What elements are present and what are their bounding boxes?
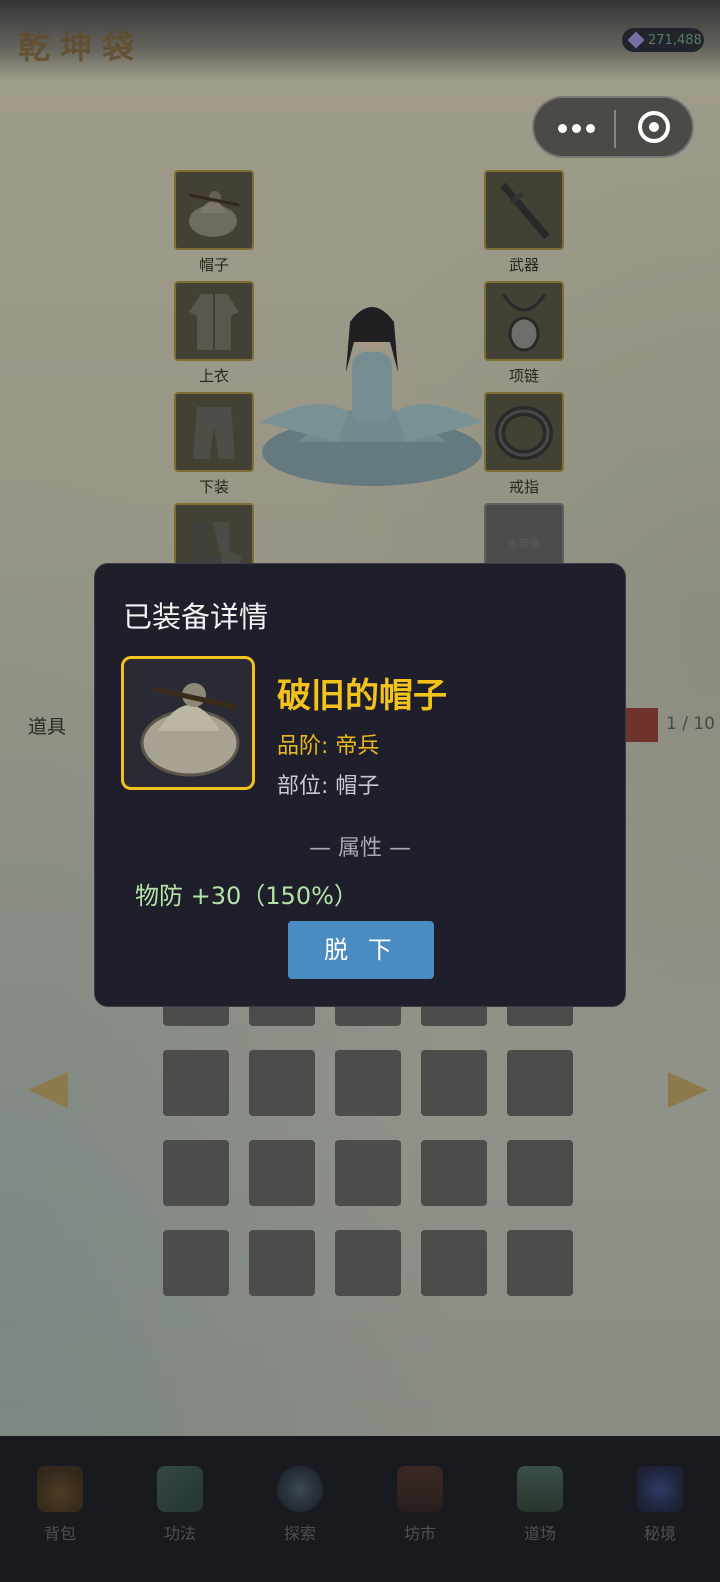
attribute-line: 物防 +30（150%）: [135, 882, 358, 910]
close-target-icon[interactable]: [638, 111, 670, 143]
item-name: 破旧的帽子: [277, 676, 447, 716]
equipped-detail-modal: 已装备详情 破旧的帽子 品阶: 帝兵 部位: 帽子 — 属性 — 物防 +30（…: [94, 563, 626, 1007]
more-dots-icon[interactable]: [558, 116, 598, 140]
capsule-divider: [614, 110, 616, 148]
modal-title: 已装备详情: [123, 600, 269, 634]
attributes-header: — 属性 —: [309, 836, 411, 861]
hat-bag-icon: [140, 683, 240, 777]
item-image-frame: [121, 656, 255, 790]
miniprogram-capsule: [532, 96, 694, 158]
item-grade: 品阶: 帝兵: [277, 734, 380, 759]
unequip-button[interactable]: 脱 下: [288, 921, 434, 979]
item-part: 部位: 帽子: [277, 774, 380, 799]
